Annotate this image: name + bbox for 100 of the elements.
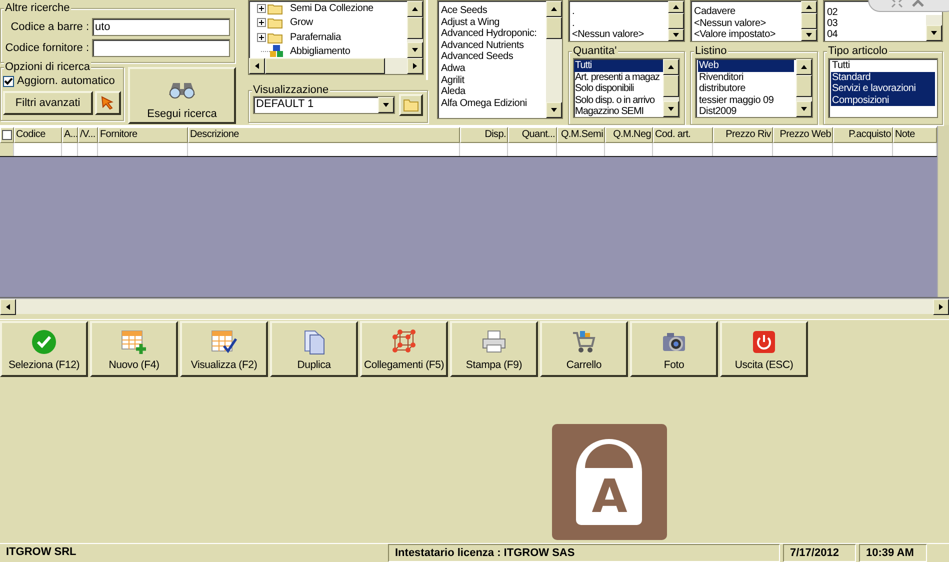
status-company: ITGROW SRL <box>5 545 78 560</box>
list-item[interactable]: Tutti <box>574 60 663 72</box>
list-item[interactable]: Advanced Hydroponic: <box>440 28 544 40</box>
tree-item[interactable]: Grow <box>290 17 313 28</box>
column-header[interactable]: Prezzo Web <box>773 127 833 143</box>
checkbox[interactable] <box>3 76 14 86</box>
toolbar-button[interactable]: Seleziona (F12) <box>0 321 88 377</box>
chevron-up-icon[interactable] <box>911 0 925 8</box>
vertical-scrollbar[interactable] <box>668 1 684 41</box>
toolbar-button[interactable]: Stampa (F9) <box>450 321 538 377</box>
list-item[interactable]: Aleda <box>440 86 544 98</box>
field-label: Codice fornitore : <box>5 42 89 54</box>
group-title: Visualizzazione <box>252 84 330 96</box>
column-header[interactable]: Prezzo Riv <box>713 127 773 143</box>
printer-icon <box>481 329 507 355</box>
column-header[interactable]: /V... <box>78 127 98 143</box>
list-item[interactable]: Adwa <box>440 62 544 75</box>
column-header[interactable]: Descrizione <box>188 127 460 143</box>
group-title: Tipo articolo <box>827 45 889 57</box>
status-date: 7/17/2012 <box>783 544 856 562</box>
list-item[interactable]: Adjust a Wing <box>440 16 544 28</box>
list-item[interactable]: Standard <box>831 72 935 84</box>
list-item[interactable]: Servizi e lavorazioni <box>831 83 935 95</box>
list-item[interactable]: Advanced Seeds <box>440 51 544 63</box>
list-item[interactable]: Ace Seeds <box>440 5 544 17</box>
list-item[interactable]: 04 <box>826 29 839 40</box>
tree-item[interactable]: Abbigliamento <box>290 46 350 58</box>
column-header[interactable]: Fornitore <box>98 127 188 143</box>
list-item[interactable]: Art. presenti a magaz <box>574 72 663 84</box>
vertical-scrollbar[interactable] <box>926 15 942 41</box>
input-field[interactable] <box>92 39 230 57</box>
list-item[interactable]: Web <box>698 60 794 72</box>
column-header[interactable]: A... <box>62 127 78 143</box>
list-item[interactable]: 02 <box>826 7 839 18</box>
search-button[interactable]: Esegui ricerca <box>128 67 236 124</box>
column-header[interactable]: Quant... <box>508 127 557 143</box>
list-item[interactable]: Composizioni <box>831 94 935 106</box>
view-dropdown[interactable]: DEFAULT 1 <box>253 96 395 114</box>
input-field[interactable]: uto <box>92 18 230 36</box>
grid-add-icon <box>121 329 147 355</box>
tree-item[interactable]: Semi Da Collezione <box>290 2 374 14</box>
select-all-checkbox[interactable] <box>2 130 12 140</box>
vertical-scrollbar[interactable] <box>796 59 812 117</box>
tree-item[interactable]: Parafernalia <box>290 32 341 43</box>
toolbar-button[interactable]: Uscita (ESC) <box>720 321 808 377</box>
column-header[interactable]: P.acquisto <box>833 127 893 143</box>
toolbar-button[interactable]: Collegamenti (F5) <box>360 321 448 377</box>
cube-icon <box>391 329 417 355</box>
column-header[interactable]: Codice <box>14 127 62 143</box>
group-title: Opzioni di ricerca <box>4 61 91 73</box>
lock-badge[interactable]: A <box>552 424 667 540</box>
list-item[interactable]: distributore <box>698 83 794 95</box>
list-item[interactable]: 03 <box>826 18 839 29</box>
pointer-button[interactable] <box>94 91 121 115</box>
column-header[interactable]: Q.M.Neg <box>605 127 653 143</box>
field-label: Codice a barre : <box>10 21 89 33</box>
cart-icon <box>571 329 597 355</box>
list-item[interactable]: Dist2009 <box>698 106 794 117</box>
toolbar-button[interactable]: Nuovo (F4) <box>90 321 178 377</box>
list-item[interactable]: <Valore impostato> <box>693 29 776 41</box>
vertical-scrollbar[interactable] <box>801 1 817 41</box>
list-item[interactable]: Magazzino SEMI <box>574 106 663 117</box>
list-item[interactable]: <Nessun valore> <box>693 18 767 30</box>
vertical-scrollbar[interactable] <box>407 1 424 58</box>
list-item[interactable]: Solo disponibili <box>574 83 663 95</box>
advanced-filters-button[interactable]: Filtri avanzati <box>3 91 93 115</box>
horizontal-scrollbar[interactable] <box>0 298 949 314</box>
list-item[interactable]: Alfa Omega Edizioni <box>440 98 544 110</box>
horizontal-scrollbar[interactable] <box>249 58 424 74</box>
column-header[interactable]: Q.M.Semi <box>557 127 605 143</box>
vertical-scrollbar[interactable] <box>663 59 679 117</box>
column-header[interactable]: Disp. <box>460 127 508 143</box>
list-item[interactable]: Tutti <box>831 60 935 72</box>
list-item[interactable]: Solo disp. o in arrivo <box>574 94 663 106</box>
list-item[interactable]: Advanced Nutrients <box>440 40 544 52</box>
hand-pointer-icon <box>100 95 116 111</box>
group-title: Listino <box>694 45 728 57</box>
list-item[interactable]: Cadavere <box>693 6 736 18</box>
toolbar-button[interactable]: Duplica <box>270 321 358 377</box>
status-time: 10:39 AM <box>859 544 927 562</box>
list-item[interactable]: <Nessun valore> <box>571 29 645 41</box>
list-item[interactable]: Rivenditori <box>698 72 794 84</box>
list-item[interactable]: Agrilit <box>440 74 544 86</box>
status-license: Intestatario licenza : ITGROW SAS <box>388 544 780 562</box>
grid-check-icon <box>211 329 237 355</box>
column-header[interactable]: Note <box>893 127 937 143</box>
toolbar-button[interactable]: Visualizza (F2) <box>180 321 268 377</box>
toolbar-button[interactable]: Carrello <box>540 321 628 377</box>
power-icon <box>751 329 777 355</box>
vertical-scrollbar[interactable] <box>546 1 562 118</box>
column-header[interactable]: Cod. art. <box>653 127 713 143</box>
toolbar-button[interactable]: Foto <box>630 321 718 377</box>
folder-button[interactable] <box>399 94 423 116</box>
check-icon <box>31 329 57 355</box>
checkbox-label: Aggiorn. automatico <box>17 75 115 87</box>
list-item[interactable]: . <box>571 18 576 30</box>
list-item[interactable]: tessier maggio 09 <box>698 94 794 106</box>
folder-icon <box>403 98 419 112</box>
list-item[interactable]: . <box>571 6 576 18</box>
group-title: Altre ricerche <box>4 2 71 14</box>
